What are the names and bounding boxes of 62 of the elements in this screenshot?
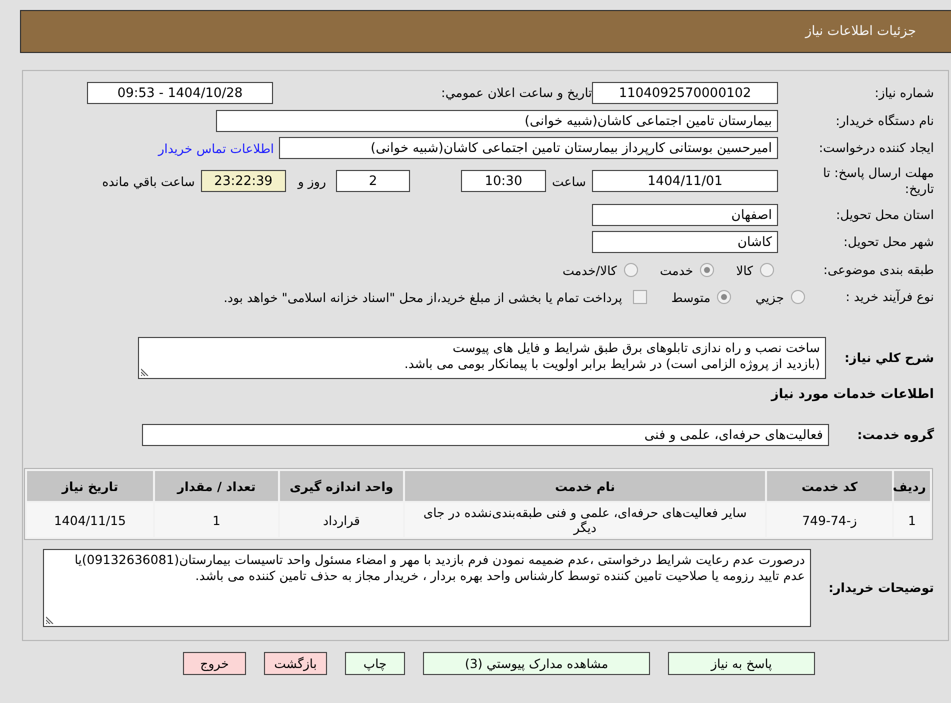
table-header-cell: تاریخ نیاز: [27, 471, 153, 501]
back-button[interactable]: بازگشت: [264, 652, 327, 675]
checkbox-label: پرداخت تمام یا بخشی از مبلغ خرید،از محل "اسناد خزانه اسلامی" خواهد بود.: [224, 290, 622, 304]
remaining-time-label: ساعت باقي مانده: [102, 174, 195, 188]
radio-button[interactable]: [717, 290, 732, 304]
resize-grip-icon[interactable]: [46, 616, 54, 624]
service-group-field: فعالیت‌های حرفه‌ای، علمی و فنی: [142, 424, 829, 446]
table-header-cell: کد خدمت: [767, 471, 892, 501]
radio-button[interactable]: [700, 263, 714, 277]
table-header-cell: ردیف: [894, 471, 930, 501]
table-header-cell: تعداد / مقدار: [155, 471, 278, 501]
radio-button[interactable]: [624, 263, 638, 277]
table-cell: 1: [155, 503, 278, 537]
radio-button[interactable]: [760, 263, 774, 277]
table-header-cell: نام خدمت: [405, 471, 765, 501]
option-label: خدمت: [660, 262, 694, 278]
table-cell: ز-74-749: [767, 503, 892, 537]
deadline-time-field: 10:30: [460, 170, 546, 192]
table-cell: سایر فعالیت‌های حرفه‌ای، علمی و فنی طبقه‌بندی‌نشده در جای دیگر: [405, 503, 765, 537]
table-cell: قرارداد: [280, 503, 403, 537]
announcement-date-field: 1404/10/28 - 09:53: [87, 82, 273, 104]
field-label: شرح كلي نياز:: [844, 350, 934, 365]
option-label: کالا/خدمت: [562, 262, 617, 278]
table-cell: 1: [894, 503, 930, 537]
resize-grip-icon[interactable]: [141, 368, 149, 376]
field-label: گروه خدمت:: [857, 427, 934, 442]
radio-button[interactable]: [791, 290, 805, 304]
field-label: نام دستگاه خریدار:: [836, 113, 934, 128]
page-title: جزئیات اطلاعات نیاز: [805, 24, 916, 39]
reply-button[interactable]: پاسخ به نیاز: [668, 652, 815, 675]
table-cell: 1404/11/15: [27, 503, 153, 537]
buyer-notes-box: درصورت عدم رعایت شرایط درخواستی ،عدم ضمیمه نمودن فرم بازدید با مهر و امضاء مسئول واحد تاسیسات بیمارستان(09132636081)یا عدم تایید رزومه یا صلاحیت تامین کننده توسط کارشناس واحد بهره بردار ، خریدار مجاز به حذف تامین کننده می باشد.: [43, 549, 811, 627]
field-label: تاریخ و ساعت اعلان عمومي:: [441, 85, 592, 100]
option-label: متوسط: [671, 290, 710, 304]
contact-info-link[interactable]: اطلاعات تماس خریدار: [158, 140, 274, 156]
section-heading: اطلاعات خدمات مورد نیاز: [771, 387, 934, 403]
attachments-button[interactable]: مشاهده مدارک پیوستي (3): [423, 652, 650, 675]
city-field: کاشان: [592, 231, 778, 253]
option-label: کالا: [736, 262, 753, 278]
field-label: توضیحات خریدار:: [828, 580, 934, 595]
days-label: روز و: [298, 174, 326, 188]
time-label: ساعت: [552, 174, 586, 188]
province-field: اصفهان: [592, 204, 778, 226]
print-button[interactable]: چاپ: [345, 652, 405, 675]
field-label: شماره نیاز:: [874, 85, 934, 100]
exit-button[interactable]: خروج: [183, 652, 246, 675]
field-label: ایجاد کننده درخواست:: [818, 140, 934, 155]
description-box: ساخت نصب و راه ندازی تابلوهای برق طبق شرایط و فایل های پیوست (بازدید از پروژه الزامی است) در شرایط برابر اولویت با پیمانکار بومی می باشد.: [138, 337, 826, 379]
checkbox[interactable]: [633, 290, 648, 304]
field-label: نوع فرآیند خرید :: [846, 289, 934, 304]
field-label: مهلت ارسال پاسخ: تا تاریخ:: [823, 165, 934, 196]
option-label: جزيي: [755, 290, 784, 304]
days-field: 2: [336, 170, 410, 192]
requester-field: امیرحسین بوستانی کارپرداز بیمارستان تامین اجتماعی کاشان(شبیه خوانی): [279, 137, 778, 159]
need-number-field: 1104092570000102: [592, 82, 778, 104]
field-label: شهر محل تحویل:: [844, 234, 934, 249]
field-label: طبقه بندی موضوعی:: [823, 262, 934, 277]
deadline-date-field: 1404/11/01: [592, 170, 778, 192]
remaining-time-field: 23:22:39: [200, 170, 286, 192]
table-header-cell: واحد اندازه گیری: [280, 471, 403, 501]
field-label: استان محل تحویل:: [836, 207, 934, 222]
buyer-organization-field: بیمارستان تامین اجتماعی کاشان(شبیه خوانی): [216, 110, 778, 132]
